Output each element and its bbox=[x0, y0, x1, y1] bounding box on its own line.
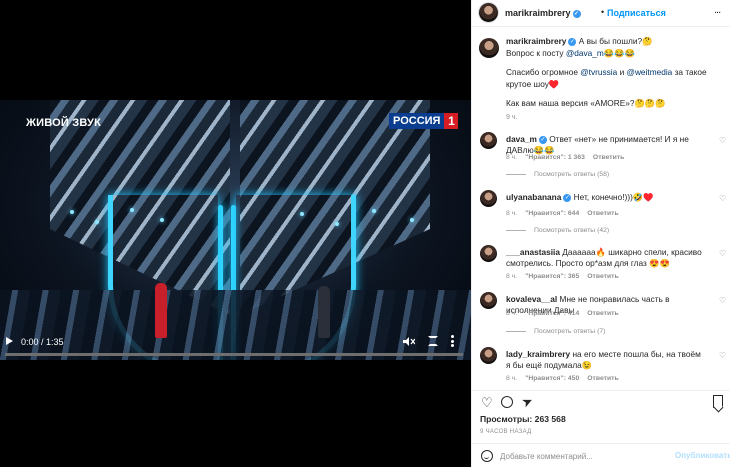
stage-led bbox=[130, 208, 134, 212]
channel-logo: РОССИЯ 1 bbox=[389, 113, 459, 129]
comment-likes[interactable]: "Нравится": 644 bbox=[525, 210, 579, 217]
add-comment-bar: Опубликовать bbox=[472, 443, 730, 467]
comment-text: Нет, конечно!)))🤣♥️ bbox=[573, 192, 654, 202]
stage-led bbox=[160, 218, 164, 222]
comment-username[interactable]: ___anastasiia bbox=[506, 247, 560, 257]
caption-username[interactable]: marikraimbrery bbox=[506, 36, 566, 46]
author-username[interactable]: marikraimbrery ✓ bbox=[505, 8, 581, 18]
video-controls: 0:00 / 1:35 bbox=[0, 333, 471, 355]
reply-button[interactable]: Ответить bbox=[587, 310, 618, 317]
stage-led bbox=[95, 220, 99, 224]
caption-line: А вы бы пошли?🤔 bbox=[578, 36, 653, 46]
stage-led bbox=[335, 222, 339, 226]
caption-timestamp[interactable]: 9 ч. bbox=[506, 112, 517, 124]
channel-logo-text: РОССИЯ bbox=[389, 113, 445, 129]
video-menu-icon[interactable] bbox=[451, 335, 455, 347]
performer-right bbox=[318, 286, 330, 338]
comment-input[interactable] bbox=[500, 449, 680, 463]
comment-like-icon[interactable]: ♡ bbox=[719, 295, 726, 306]
play-icon[interactable] bbox=[6, 337, 13, 345]
comment-username[interactable]: dava_m bbox=[506, 134, 537, 144]
stage-led bbox=[372, 209, 376, 213]
stage-led bbox=[300, 212, 304, 216]
video-frame[interactable] bbox=[0, 100, 471, 360]
post-header: marikraimbrery ✓ • Подписаться ... bbox=[472, 0, 730, 27]
post-caption: marikraimbrery ✓ А вы бы пошли?🤔 Вопрос к… bbox=[472, 36, 730, 126]
mention-link[interactable]: @tvrussia bbox=[580, 67, 617, 77]
verified-badge-icon: ✓ bbox=[563, 193, 572, 202]
comment-username[interactable]: kovaleva__al bbox=[506, 294, 557, 304]
bookmark-icon[interactable] bbox=[713, 395, 723, 408]
heart-icon[interactable]: ♡ bbox=[481, 395, 493, 411]
performer-left bbox=[155, 283, 167, 338]
caption-line: и bbox=[617, 67, 627, 77]
caption-text: marikraimbrery ✓ А вы бы пошли?🤔 Вопрос к… bbox=[506, 36, 721, 110]
comment-age[interactable]: 8 ч. bbox=[506, 273, 517, 280]
more-options-icon[interactable]: ... bbox=[714, 4, 721, 16]
view-replies-button[interactable]: Посмотреть ответы (7) bbox=[506, 326, 605, 337]
reply-button[interactable]: Ответить bbox=[587, 273, 618, 280]
video-time: 0:00 / 1:35 bbox=[21, 337, 64, 347]
avatar[interactable] bbox=[480, 190, 497, 207]
post-actions: ♡ ➤ bbox=[472, 390, 730, 411]
avatar[interactable] bbox=[480, 347, 497, 364]
comment-like-icon[interactable]: ♡ bbox=[719, 350, 726, 361]
follow-button[interactable]: Подписаться bbox=[607, 8, 666, 18]
emoji-icon[interactable] bbox=[481, 450, 493, 462]
comment-likes[interactable]: "Нравится": 1 363 bbox=[525, 154, 585, 161]
view-replies-button[interactable]: Посмотреть ответы (42) bbox=[506, 225, 609, 236]
verified-badge-icon: ✓ bbox=[572, 9, 581, 18]
verified-badge-icon: ✓ bbox=[568, 37, 577, 46]
reply-button[interactable]: Ответить bbox=[593, 154, 624, 161]
verified-badge-icon: ✓ bbox=[538, 135, 547, 144]
post-side-panel: marikraimbrery ✓ • Подписаться ... marikr… bbox=[471, 0, 730, 467]
avatar[interactable] bbox=[480, 245, 497, 262]
caption-line: Вопрос к посту bbox=[506, 47, 566, 58]
header-separator: • bbox=[601, 7, 605, 17]
comment-age[interactable]: 8 ч. bbox=[506, 310, 517, 317]
live-sound-label: ЖИВОЙ ЗВУК bbox=[26, 117, 102, 129]
view-count[interactable]: Просмотры: 263 568 bbox=[480, 414, 566, 424]
avatar[interactable] bbox=[480, 132, 497, 149]
mention-link[interactable]: @weitmedia bbox=[627, 67, 673, 77]
video-player[interactable]: ЖИВОЙ ЗВУК РОССИЯ 1 0:00 / 1:35 bbox=[0, 0, 471, 467]
comment-likes[interactable]: "Нравится": 365 bbox=[525, 273, 579, 280]
post-timestamp[interactable]: 9 ЧАСОВ НАЗАД bbox=[480, 429, 531, 435]
caption-line: 😂😂😂 bbox=[603, 47, 635, 58]
video-progress-bar[interactable] bbox=[5, 353, 463, 356]
comment-icon[interactable] bbox=[501, 396, 513, 408]
fullscreen-icon[interactable] bbox=[428, 336, 438, 346]
mention-link[interactable]: @dava_m bbox=[566, 48, 604, 58]
comment-age[interactable]: 8 ч. bbox=[506, 210, 517, 217]
caption-line: Как вам наша версия «AMORE»?🤔🤔🤔 bbox=[506, 98, 666, 108]
publish-button[interactable]: Опубликовать bbox=[675, 451, 730, 460]
muted-speaker-icon[interactable] bbox=[403, 336, 415, 347]
comment-likes[interactable]: "Нравится": 450 bbox=[525, 375, 579, 382]
reply-button[interactable]: Ответить bbox=[587, 210, 618, 217]
comment-like-icon[interactable]: ♡ bbox=[719, 135, 726, 146]
share-icon[interactable]: ➤ bbox=[519, 392, 536, 411]
comment-like-icon[interactable]: ♡ bbox=[719, 193, 726, 204]
view-replies-button[interactable]: Посмотреть ответы (58) bbox=[506, 169, 609, 180]
avatar[interactable] bbox=[479, 38, 499, 58]
stage-led bbox=[70, 210, 74, 214]
comment-age[interactable]: 8 ч. bbox=[506, 375, 517, 382]
avatar[interactable] bbox=[479, 3, 498, 22]
stage-led bbox=[410, 218, 414, 222]
comment-likes[interactable]: "Нравится": 414 bbox=[525, 310, 579, 317]
comment-like-icon[interactable]: ♡ bbox=[719, 248, 726, 259]
comment-username[interactable]: lady_kraimbrery bbox=[506, 349, 570, 359]
channel-logo-number: 1 bbox=[444, 113, 459, 129]
comment-age[interactable]: 8 ч. bbox=[506, 154, 517, 161]
reply-button[interactable]: Ответить bbox=[587, 375, 618, 382]
comment-username[interactable]: ulyanabanana bbox=[506, 192, 561, 202]
caption-line: Спасибо огромное bbox=[506, 67, 581, 77]
avatar[interactable] bbox=[480, 292, 497, 309]
